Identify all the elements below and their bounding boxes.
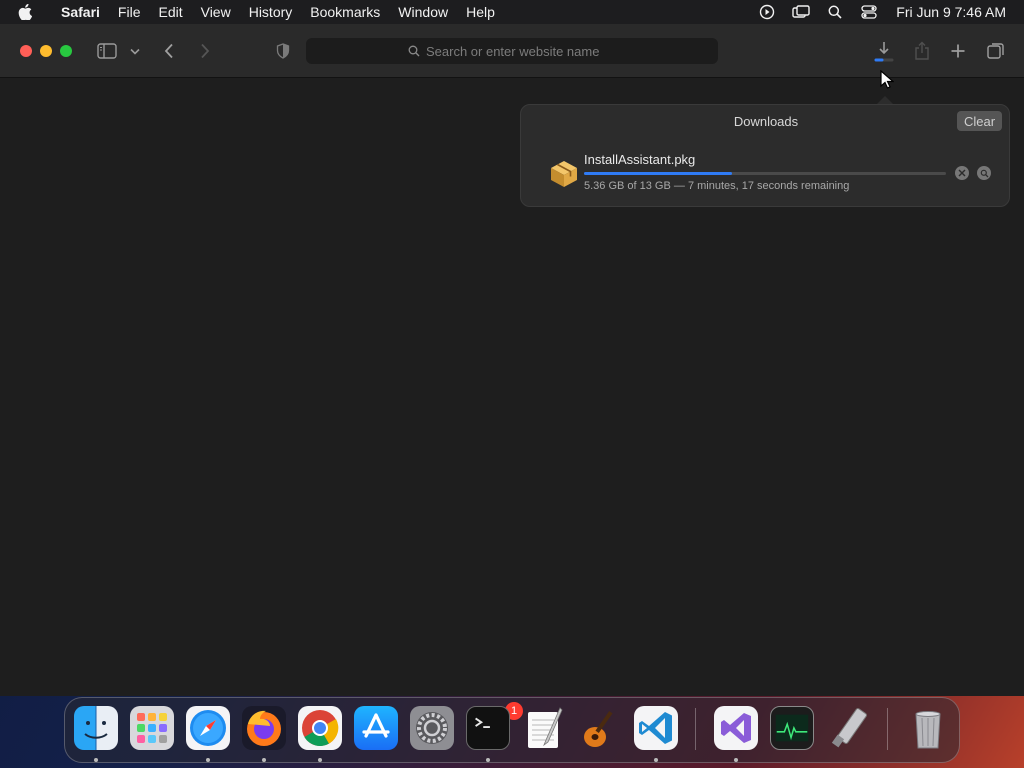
address-bar[interactable] — [306, 38, 718, 64]
menu-bookmarks[interactable]: Bookmarks — [301, 4, 389, 20]
launchpad-icon[interactable] — [130, 706, 174, 750]
privacy-shield-icon[interactable] — [274, 41, 292, 61]
textedit-icon[interactable] — [522, 706, 566, 750]
chrome-running-dot — [318, 758, 322, 762]
menu-file[interactable]: File — [109, 4, 150, 20]
downloads-title: Downloads — [733, 114, 799, 129]
firefox-running-dot — [262, 758, 266, 762]
terminal-running-dot — [486, 758, 490, 762]
dock-separator — [695, 708, 696, 750]
package-icon — [547, 157, 581, 189]
menu-safari[interactable]: Safari — [52, 4, 109, 20]
new-tab-plus-icon[interactable] — [948, 41, 968, 61]
vscode-icon[interactable] — [634, 706, 678, 750]
finder-icon[interactable] — [74, 706, 118, 750]
menu-edit[interactable]: Edit — [149, 4, 191, 20]
visual-studio-running-dot — [734, 758, 738, 762]
menu-view[interactable]: View — [192, 4, 240, 20]
chevron-down-icon[interactable] — [129, 44, 141, 58]
cancel-download-icon[interactable] — [955, 166, 969, 180]
forward-chevron-icon[interactable] — [196, 41, 214, 61]
downloads-button[interactable] — [872, 39, 896, 65]
address-input[interactable] — [426, 43, 616, 59]
visual-studio-icon[interactable] — [714, 706, 758, 750]
dock-separator-trash — [887, 708, 888, 750]
apple-menu-icon[interactable] — [18, 4, 38, 20]
tab-overview-icon[interactable] — [985, 41, 1007, 61]
dock: 1 — [64, 697, 960, 763]
clear-downloads-button[interactable]: Clear — [957, 111, 1002, 131]
menu-help[interactable]: Help — [457, 4, 504, 20]
system-settings-gear-icon[interactable] — [410, 706, 454, 750]
vscode-running-dot — [654, 758, 658, 762]
sidebar-toggle-icon[interactable] — [96, 41, 118, 61]
control-center-icon[interactable] — [858, 4, 880, 20]
download-status: 5.36 GB of 13 GB — 7 minutes, 17 seconds… — [584, 180, 850, 192]
back-chevron-icon[interactable] — [160, 41, 178, 61]
downloads-popover: Downloads Clear InstallAssistant.pkg 5.3… — [520, 104, 1010, 207]
menu-window[interactable]: Window — [389, 4, 457, 20]
play-circle-icon[interactable] — [756, 4, 778, 20]
chrome-icon[interactable] — [298, 706, 342, 750]
search-icon — [408, 45, 420, 57]
reveal-in-finder-icon[interactable] — [977, 166, 991, 180]
installer-usb-icon[interactable] — [826, 706, 870, 750]
screen-mirroring-icon[interactable] — [790, 4, 812, 20]
activity-monitor-icon[interactable] — [770, 706, 814, 750]
spotlight-search-icon[interactable] — [824, 4, 846, 20]
finder-running-dot — [94, 758, 98, 762]
download-progress-bar — [584, 172, 946, 175]
trash-icon[interactable] — [906, 706, 950, 750]
menu-clock[interactable]: Fri Jun 9 7:46 AM — [896, 4, 1006, 20]
firefox-icon[interactable] — [242, 706, 286, 750]
menu-extras: Fri Jun 9 7:46 AM — [750, 0, 1024, 24]
download-filename[interactable]: InstallAssistant.pkg — [584, 152, 695, 167]
mouse-cursor-icon — [880, 69, 895, 95]
safari-toolbar — [0, 24, 1024, 78]
terminal-icon[interactable] — [466, 706, 510, 750]
menu-history[interactable]: History — [240, 4, 302, 20]
zoom-window-button[interactable] — [60, 45, 72, 57]
garageband-guitar-icon[interactable] — [578, 706, 622, 750]
app-store-icon[interactable] — [354, 706, 398, 750]
safari-window: Downloads Clear InstallAssistant.pkg 5.3… — [0, 24, 1024, 696]
safari-running-dot — [206, 758, 210, 762]
minimize-window-button[interactable] — [40, 45, 52, 57]
download-progress-fill — [584, 172, 733, 175]
menu-bar: Safari File Edit View History Bookmarks … — [0, 0, 1024, 24]
safari-compass-icon[interactable] — [186, 706, 230, 750]
share-icon[interactable] — [911, 39, 933, 63]
close-window-button[interactable] — [20, 45, 32, 57]
